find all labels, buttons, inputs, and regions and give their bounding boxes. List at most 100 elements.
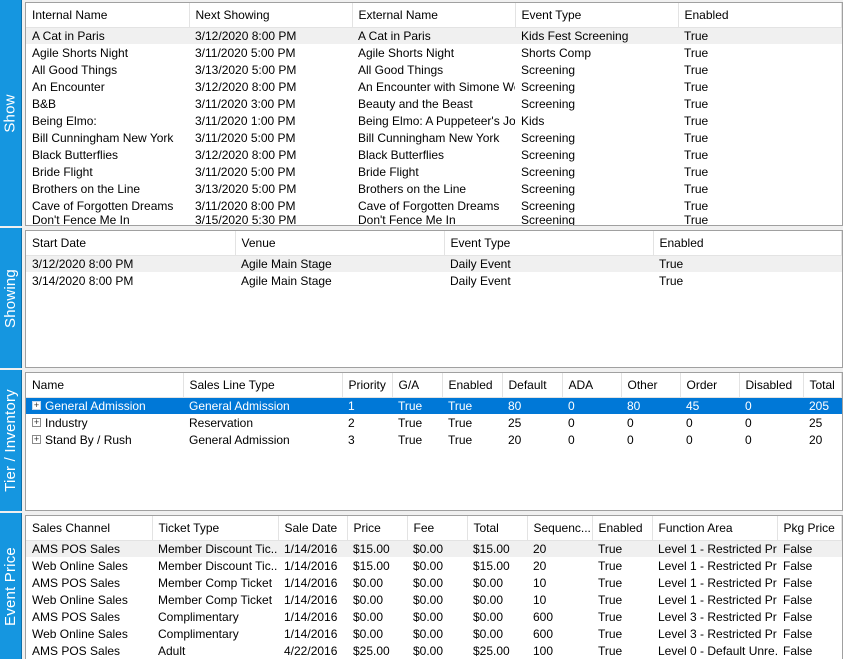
show-col-external-name[interactable]: External Name bbox=[352, 3, 516, 28]
price-row[interactable]: AMS POS Sales Member Comp Ticket 1/14/20… bbox=[26, 574, 842, 591]
tier-col-total[interactable]: Total bbox=[803, 373, 842, 398]
show-row[interactable]: Cave of Forgotten Dreams 3/11/2020 8:00 … bbox=[26, 197, 842, 214]
price-row[interactable]: Web Online Sales Member Discount Tic... … bbox=[26, 557, 842, 574]
tier-row[interactable]: + Industry Reservation 2 True True 25 0 0… bbox=[26, 414, 842, 431]
price-col-ticket-type[interactable]: Ticket Type bbox=[152, 516, 279, 541]
price-cell: $0.00 bbox=[353, 626, 384, 641]
price-cell: $15.00 bbox=[467, 540, 527, 557]
price-col-function-area[interactable]: Function Area bbox=[652, 516, 778, 541]
expand-plus-icon[interactable]: + bbox=[32, 434, 41, 444]
price-col-pkg-price[interactable]: Pkg Price bbox=[777, 516, 842, 541]
show-row[interactable]: Black Butterflies 3/12/2020 8:00 PM Blac… bbox=[26, 146, 842, 163]
showing-row[interactable]: 3/12/2020 8:00 PM Agile Main Stage Daily… bbox=[26, 255, 842, 272]
show-row[interactable]: Being Elmo: 3/11/2020 1:00 PM Being Elmo… bbox=[26, 112, 842, 129]
tier-col-name[interactable]: Name bbox=[26, 373, 184, 398]
price-cell: Web Online Sales bbox=[32, 626, 128, 641]
show-cell: A Cat in Paris bbox=[26, 27, 189, 44]
showing-col-start-date[interactable]: Start Date bbox=[26, 231, 236, 256]
tier-col-ga[interactable]: G/A bbox=[392, 373, 443, 398]
price-cell: 10 bbox=[533, 575, 547, 590]
expand-plus-icon[interactable]: + bbox=[32, 401, 41, 411]
show-grid[interactable]: Internal Name Next Showing External Name… bbox=[25, 2, 843, 226]
tier-col-enabled[interactable]: Enabled bbox=[442, 373, 503, 398]
tier-row[interactable]: + Stand By / Rush General Admission 3 Tru… bbox=[26, 431, 842, 448]
price-cell: AMS POS Sales bbox=[32, 609, 121, 624]
showing-col-venue[interactable]: Venue bbox=[235, 231, 445, 256]
tier-col-ada[interactable]: ADA bbox=[562, 373, 622, 398]
event-price-grid[interactable]: Sales Channel Ticket Type Sale Date Pric… bbox=[25, 515, 843, 659]
tier-col-sales-line-type[interactable]: Sales Line Type bbox=[183, 373, 343, 398]
tier-cell: General Admission bbox=[189, 432, 290, 447]
showing-cell: Agile Main Stage bbox=[241, 273, 332, 288]
tier-col-priority[interactable]: Priority bbox=[342, 373, 393, 398]
price-cell: 1/14/2016 bbox=[278, 540, 347, 557]
price-cell: $0.00 bbox=[413, 626, 444, 641]
tier-inventory-side-tab[interactable]: Tier / Inventory bbox=[0, 370, 22, 511]
show-cell: Brothers on the Line bbox=[32, 181, 141, 196]
price-col-fee[interactable]: Fee bbox=[407, 516, 468, 541]
tier-col-disabled[interactable]: Disabled bbox=[739, 373, 804, 398]
show-cell: True bbox=[684, 96, 709, 111]
showing-row[interactable]: 3/14/2020 8:00 PM Agile Main Stage Daily… bbox=[26, 272, 842, 289]
showing-col-event-type[interactable]: Event Type bbox=[444, 231, 654, 256]
show-cell: Screening bbox=[521, 130, 576, 145]
tier-cell: 80 bbox=[621, 397, 680, 414]
showing-grid[interactable]: Start Date Venue Event Type Enabled 3/12… bbox=[25, 230, 843, 368]
show-col-enabled[interactable]: Enabled bbox=[678, 3, 842, 28]
showing-panel: Showing Start Date Venue Event Type Enab… bbox=[0, 228, 843, 369]
show-row[interactable]: Bill Cunningham New York 3/11/2020 5:00 … bbox=[26, 129, 842, 146]
show-header-row: Internal Name Next Showing External Name… bbox=[26, 3, 842, 28]
tier-row-selected[interactable]: + General Admission General Admission 1 T… bbox=[26, 397, 842, 414]
tier-col-order[interactable]: Order bbox=[680, 373, 740, 398]
show-col-internal-name[interactable]: Internal Name bbox=[26, 3, 190, 28]
expand-plus-icon[interactable]: + bbox=[32, 417, 41, 427]
show-row[interactable]: Don't Fence Me In 3/15/2020 5:30 PM Don'… bbox=[26, 214, 842, 225]
tier-cell: Reservation bbox=[189, 415, 254, 430]
tier-col-other[interactable]: Other bbox=[621, 373, 681, 398]
showing-side-tab[interactable]: Showing bbox=[0, 228, 22, 368]
show-col-next-showing[interactable]: Next Showing bbox=[189, 3, 353, 28]
show-cell: True bbox=[684, 181, 709, 196]
price-row[interactable]: AMS POS Sales Complimentary 1/14/2016 $0… bbox=[26, 608, 842, 625]
tier-inventory-grid[interactable]: Name Sales Line Type Priority G/A Enable… bbox=[25, 372, 843, 511]
tier-cell: True bbox=[448, 415, 473, 430]
price-col-sequence[interactable]: Sequenc... bbox=[527, 516, 593, 541]
show-cell: 3/11/2020 5:00 PM bbox=[195, 130, 296, 145]
show-row[interactable]: B&B 3/11/2020 3:00 PM Beauty and the Bea… bbox=[26, 95, 842, 112]
show-cell: Agile Shorts Night bbox=[32, 45, 129, 60]
tier-cell: True bbox=[392, 397, 442, 414]
tier-col-default[interactable]: Default bbox=[502, 373, 563, 398]
show-side-tab[interactable]: Show bbox=[0, 0, 22, 226]
show-row[interactable]: An Encounter 3/12/2020 8:00 PM An Encoun… bbox=[26, 78, 842, 95]
show-row[interactable]: Agile Shorts Night 3/11/2020 5:00 PM Agi… bbox=[26, 44, 842, 61]
event-price-side-tab[interactable]: Event Price bbox=[0, 513, 22, 659]
price-row[interactable]: AMS POS Sales Adult 4/22/2016 $25.00 $0.… bbox=[26, 642, 842, 659]
price-cell: $0.00 bbox=[353, 575, 384, 590]
show-row[interactable]: A Cat in Paris 3/12/2020 8:00 PM A Cat i… bbox=[26, 27, 842, 44]
price-col-enabled[interactable]: Enabled bbox=[592, 516, 653, 541]
price-row[interactable]: AMS POS Sales Member Discount Tic... 1/1… bbox=[26, 540, 842, 557]
price-row[interactable]: Web Online Sales Member Comp Ticket 1/14… bbox=[26, 591, 842, 608]
price-col-sale-date[interactable]: Sale Date bbox=[278, 516, 348, 541]
event-price-tab-label: Event Price bbox=[2, 546, 19, 626]
price-col-price[interactable]: Price bbox=[347, 516, 408, 541]
show-row[interactable]: Brothers on the Line 3/13/2020 5:00 PM B… bbox=[26, 180, 842, 197]
price-col-total[interactable]: Total bbox=[467, 516, 528, 541]
price-cell: 1/14/2016 bbox=[284, 558, 338, 573]
price-cell: True bbox=[598, 558, 623, 573]
price-cell: $15.00 bbox=[473, 558, 510, 573]
price-col-sales-channel[interactable]: Sales Channel bbox=[26, 516, 153, 541]
show-cell: 3/11/2020 8:00 PM bbox=[195, 198, 296, 213]
showing-col-enabled[interactable]: Enabled bbox=[653, 231, 842, 256]
show-cell: Being Elmo: bbox=[32, 113, 97, 128]
show-panel: Show Internal Name Next Showing External… bbox=[0, 0, 843, 227]
show-col-event-type[interactable]: Event Type bbox=[515, 3, 679, 28]
show-cell: Screening bbox=[521, 181, 576, 196]
show-cell: True bbox=[684, 130, 709, 145]
show-row[interactable]: Bride Flight 3/11/2020 5:00 PM Bride Fli… bbox=[26, 163, 842, 180]
price-cell: AMS POS Sales bbox=[32, 643, 121, 658]
show-row[interactable]: All Good Things 3/13/2020 5:00 PM All Go… bbox=[26, 61, 842, 78]
price-row[interactable]: Web Online Sales Complimentary 1/14/2016… bbox=[26, 625, 842, 642]
price-cell: Level 1 - Restricted Pr... bbox=[652, 540, 777, 557]
show-cell: All Good Things bbox=[32, 62, 118, 77]
